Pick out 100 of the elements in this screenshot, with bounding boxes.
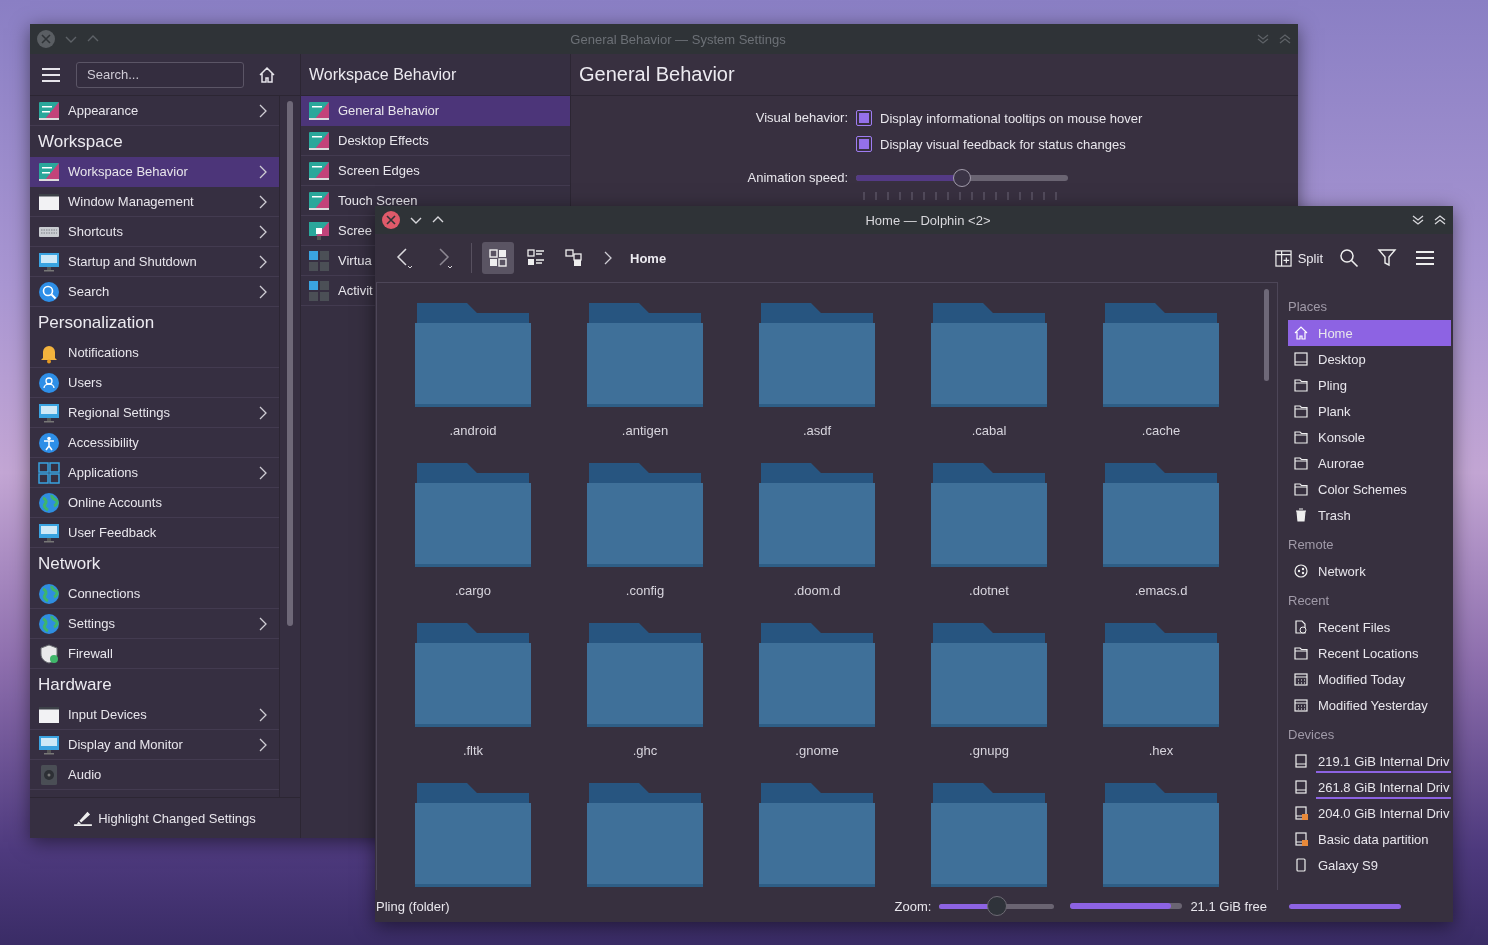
places-item[interactable]: Konsole bbox=[1288, 424, 1451, 450]
folder-icon[interactable] bbox=[1103, 303, 1219, 407]
checkbox[interactable] bbox=[856, 110, 872, 126]
folder-icon[interactable] bbox=[1103, 623, 1219, 727]
sidebar-item[interactable]: Firewall bbox=[30, 639, 280, 669]
drive-icon bbox=[1294, 780, 1308, 794]
sidebar-item[interactable]: Connections bbox=[30, 579, 280, 609]
subpage-item[interactable]: Scree bbox=[301, 220, 372, 241]
folder-icon[interactable] bbox=[415, 623, 531, 727]
folder-icon[interactable] bbox=[931, 303, 1047, 407]
animation-speed-slider[interactable] bbox=[856, 169, 1068, 187]
folder-icon[interactable] bbox=[759, 463, 875, 567]
places-item[interactable]: Recent Files bbox=[1288, 614, 1451, 640]
sidebar-item[interactable]: Users bbox=[30, 368, 280, 398]
places-item[interactable]: 204.0 GiB Internal Driv bbox=[1288, 800, 1451, 826]
folder-icon bbox=[1294, 404, 1308, 418]
folder-name: .hex bbox=[1148, 743, 1174, 758]
breadcrumb-item[interactable]: Home bbox=[626, 250, 671, 266]
places-item[interactable]: Recent Locations bbox=[1288, 640, 1451, 666]
scrollbar[interactable] bbox=[1264, 289, 1269, 381]
folder-icon[interactable] bbox=[415, 463, 531, 567]
highlighter-icon bbox=[74, 810, 93, 826]
places-item[interactable]: Basic data partition bbox=[1288, 826, 1451, 852]
folder-name: .gnupg bbox=[969, 743, 1009, 758]
sidebar-item[interactable]: Applications bbox=[30, 458, 280, 488]
places-item[interactable]: Galaxy S9 bbox=[1288, 852, 1451, 878]
checkbox[interactable] bbox=[856, 136, 872, 152]
places-item[interactable]: Aurorae bbox=[1288, 450, 1451, 476]
split-button[interactable]: Split bbox=[1270, 245, 1327, 271]
folder-icon[interactable] bbox=[759, 783, 875, 887]
sidebar-item[interactable]: Input Devices bbox=[30, 700, 280, 730]
folder-icon[interactable] bbox=[1103, 783, 1219, 887]
folder-icon[interactable] bbox=[587, 783, 703, 887]
sidebar-item[interactable]: Audio bbox=[30, 760, 280, 790]
slider-handle[interactable] bbox=[986, 896, 1007, 916]
folder-name: .doom.d bbox=[793, 583, 841, 598]
folder-icon[interactable] bbox=[587, 623, 703, 727]
sidebar-item[interactable]: Notifications bbox=[30, 338, 280, 368]
places-item[interactable]: 261.8 GiB Internal Driv bbox=[1288, 774, 1451, 800]
close-button[interactable] bbox=[36, 29, 56, 49]
sidebar-item[interactable]: Startup and Shutdown bbox=[30, 247, 280, 277]
window-title: Home — Dolphin <2> bbox=[864, 212, 992, 228]
icons-view-button[interactable] bbox=[482, 242, 514, 274]
folder-name: .gnome bbox=[795, 743, 839, 758]
subpage-item[interactable]: General Behavior bbox=[301, 95, 570, 126]
shield-icon bbox=[38, 642, 60, 665]
subpage-item[interactable]: Screen Edges bbox=[301, 160, 420, 181]
sidebar-item[interactable]: Online Accounts bbox=[30, 488, 280, 518]
subpage-item[interactable]: Activit bbox=[301, 280, 373, 301]
subpage-item[interactable]: Virtua bbox=[301, 250, 372, 271]
places-item[interactable]: Pling bbox=[1288, 372, 1451, 398]
places-item[interactable]: Modified Yesterday bbox=[1288, 692, 1451, 718]
scrollbar[interactable] bbox=[1289, 903, 1401, 909]
folder-icon[interactable] bbox=[759, 303, 875, 407]
sidebar-item[interactable]: Settings bbox=[30, 609, 280, 639]
places-item[interactable]: Color Schemes bbox=[1288, 476, 1451, 502]
folder-icon[interactable] bbox=[587, 463, 703, 567]
folder-icon[interactable] bbox=[415, 303, 531, 407]
folder-icon[interactable] bbox=[759, 623, 875, 727]
zoom-label: Zoom: bbox=[894, 898, 932, 914]
places-item[interactable]: Desktop bbox=[1288, 346, 1451, 372]
sidebar-item[interactable]: Appearance bbox=[30, 96, 280, 126]
folder-icon[interactable] bbox=[415, 783, 531, 887]
sidebar-item[interactable]: Workspace Behavior bbox=[30, 157, 280, 187]
close-button[interactable] bbox=[381, 210, 401, 230]
folder-icon[interactable] bbox=[931, 783, 1047, 887]
places-item[interactable]: 219.1 GiB Internal Driv bbox=[1288, 748, 1451, 774]
folder-icon[interactable] bbox=[587, 303, 703, 407]
sidebar-item[interactable]: Search bbox=[30, 277, 280, 307]
sidebar-item[interactable]: Regional Settings bbox=[30, 398, 280, 428]
folder-icon[interactable] bbox=[931, 463, 1047, 567]
folder-icon[interactable] bbox=[1103, 463, 1219, 567]
keep-above-button[interactable] bbox=[1433, 213, 1447, 227]
folder-icon bbox=[1294, 456, 1308, 470]
folder-name: .cache bbox=[1141, 423, 1181, 438]
sidebar-item[interactable]: Display and Monitor bbox=[30, 730, 280, 760]
slider-handle[interactable] bbox=[953, 169, 971, 187]
places-item[interactable]: Network bbox=[1288, 558, 1451, 584]
keep-below-button[interactable] bbox=[1411, 213, 1425, 227]
monitor-icon bbox=[38, 250, 60, 273]
folder-name: .fltk bbox=[462, 743, 484, 758]
sidebar-item[interactable]: Window Management bbox=[30, 187, 280, 217]
home-icon[interactable] bbox=[258, 65, 276, 84]
places-item[interactable]: Modified Today bbox=[1288, 666, 1451, 692]
zoom-slider[interactable] bbox=[939, 896, 1055, 916]
places-item[interactable]: Plank bbox=[1288, 398, 1451, 424]
subpage-item[interactable]: Desktop Effects bbox=[301, 130, 429, 151]
grid-icon bbox=[489, 249, 507, 267]
places-item[interactable]: Trash bbox=[1288, 502, 1451, 528]
sidebar-item[interactable]: Shortcuts bbox=[30, 217, 280, 247]
folder-name: .ghc bbox=[632, 743, 658, 758]
sidebar-item[interactable]: User Feedback bbox=[30, 518, 280, 548]
grid-icon bbox=[38, 461, 60, 484]
menu-icon[interactable] bbox=[42, 67, 60, 82]
sidebar-item[interactable]: Accessibility bbox=[30, 428, 280, 458]
subpage-item[interactable]: Touch Screen bbox=[301, 190, 418, 211]
search-field[interactable]: Search... bbox=[76, 61, 244, 88]
section-heading: Hardware bbox=[37, 674, 113, 696]
folder-icon[interactable] bbox=[931, 623, 1047, 727]
trash-icon bbox=[1294, 508, 1308, 522]
